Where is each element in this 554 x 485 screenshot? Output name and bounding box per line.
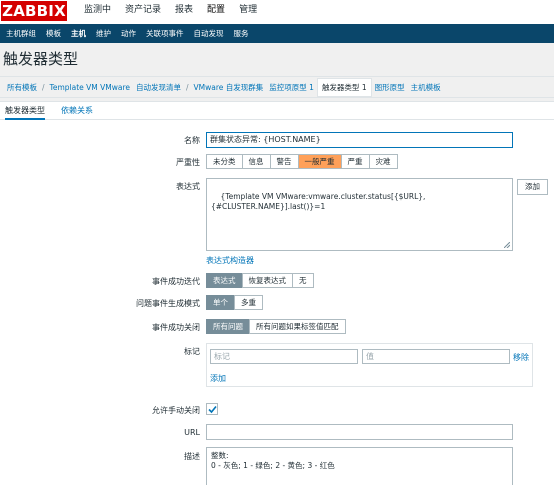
breadcrumb-trigger-prototypes[interactable]: 触发器类型 1 [316,77,372,97]
expression-text: {Template VM VMware:vmware.cluster.statu… [211,192,426,211]
tag-value-placeholder: 值 [366,352,374,361]
breadcrumb-discovery-rule[interactable]: VMware 自发现群集 [191,82,267,93]
add-tag-link[interactable]: 添加 [210,373,226,384]
breadcrumb-template[interactable]: Template VM VMware [47,83,133,92]
menu-inventory[interactable]: 资产记录 [118,0,168,24]
ok-event-closes-label: 事件成功关闭 [152,323,200,332]
ok-event-none[interactable]: 无 [292,273,314,288]
menu-configuration[interactable]: 配置 [200,0,232,24]
severity-average[interactable]: 一般严重 [297,154,342,169]
tab-trigger-prototype[interactable]: 触发器类型 [5,105,45,120]
subnav-discovery[interactable]: 自动发现 [189,24,229,43]
tab-bar: 触发器类型 依赖关系 [0,102,554,120]
description-textarea[interactable]: 整数: 0 - 灰色; 1 - 绿色; 2 - 黄色; 3 - 红色 [206,447,513,485]
ok-close-all-problems[interactable]: 所有问题 [206,319,250,334]
manual-close-checkbox[interactable] [206,403,218,415]
main-menu: 监测中 资产记录 报表 配置 管理 [77,0,264,24]
expression-label: 表达式 [176,182,200,191]
subnav-templates[interactable]: 模板 [41,24,66,43]
ok-close-tag-match[interactable]: 所有问题如果标签值匹配 [249,319,346,334]
problem-mode-multiple[interactable]: 多重 [234,295,263,310]
subnav-hosts[interactable]: 主机 [66,24,91,43]
severity-label: 严重性 [176,158,200,167]
severity-information[interactable]: 信息 [241,154,271,169]
ok-event-recovery-expression[interactable]: 恢复表达式 [241,273,293,288]
breadcrumb-all-templates[interactable]: 所有模板 [4,82,40,93]
problem-mode-single[interactable]: 单个 [206,295,235,310]
menu-monitoring[interactable]: 监测中 [77,0,118,24]
tag-name-input[interactable]: 标记 [210,349,358,364]
breadcrumb-discovery-list[interactable]: 自动发现清单 [133,82,184,93]
sub-nav: 主机群组 模板 主机 维护 动作 关联项事件 自动发现 服务 [0,24,554,43]
url-input[interactable] [206,424,513,440]
tab-dependencies[interactable]: 依赖关系 [61,105,93,116]
form-panel: 触发器类型 依赖关系 名称 群集状态异常: {HOST.NAME} 严重性 未分… [0,101,554,485]
page-title: 触发器类型 [3,50,79,68]
severity-selector: 未分类 信息 警告 一般严重 严重 灾难 [206,154,398,169]
checkmark-icon [208,405,217,414]
problem-mode-label: 问题事件生成模式 [136,299,200,308]
ok-event-generation-selector: 表达式 恢复表达式 无 [206,273,314,288]
subnav-services[interactable]: 服务 [229,24,254,43]
url-label: URL [184,428,200,437]
subnav-maintenance[interactable]: 维护 [91,24,116,43]
top-bar: ZABBIX 监测中 资产记录 报表 配置 管理 [0,0,554,24]
name-label: 名称 [184,136,200,145]
problem-mode-selector: 单个 多重 [206,295,263,310]
breadcrumb-item-prototypes[interactable]: 监控项原型 1 [266,82,317,93]
ok-event-expression[interactable]: 表达式 [206,273,243,288]
severity-warning[interactable]: 警告 [269,154,299,169]
description-label: 描述 [184,452,200,461]
tag-name-placeholder: 标记 [214,352,230,361]
tags-table: 标记 值 移除 添加 [206,343,533,387]
name-input[interactable]: 群集状态异常: {HOST.NAME} [206,132,513,148]
breadcrumb-host-prototypes[interactable]: 主机模板 [408,82,444,93]
menu-reports[interactable]: 报表 [168,0,200,24]
breadcrumb: 所有模板 / Template VM VMware 自动发现清单 / VMwar… [0,76,554,98]
manual-close-label: 允许手动关闭 [152,406,200,415]
add-expression-button[interactable]: 添加 [517,179,548,195]
subnav-correlation[interactable]: 关联项事件 [141,24,189,43]
menu-administration[interactable]: 管理 [232,0,264,24]
resize-handle-icon[interactable] [504,242,510,248]
breadcrumb-graph-prototypes[interactable]: 图形原型 [372,82,408,93]
remove-tag-link[interactable]: 移除 [513,352,529,363]
expression-textarea[interactable]: {Template VM VMware:vmware.cluster.statu… [206,178,513,251]
subnav-actions[interactable]: 动作 [116,24,141,43]
tags-label: 标记 [184,347,200,356]
ok-event-closes-selector: 所有问题 所有问题如果标签值匹配 [206,319,346,334]
severity-high[interactable]: 严重 [340,154,370,169]
tag-value-input[interactable]: 值 [362,349,510,364]
zabbix-logo[interactable]: ZABBIX [1,1,67,21]
severity-disaster[interactable]: 灾难 [368,154,398,169]
subnav-host-groups[interactable]: 主机群组 [1,24,41,43]
expression-builder-link[interactable]: 表达式构造器 [206,255,254,266]
severity-not-classified[interactable]: 未分类 [206,154,243,169]
ok-event-generation-label: 事件成功迭代 [152,277,200,286]
